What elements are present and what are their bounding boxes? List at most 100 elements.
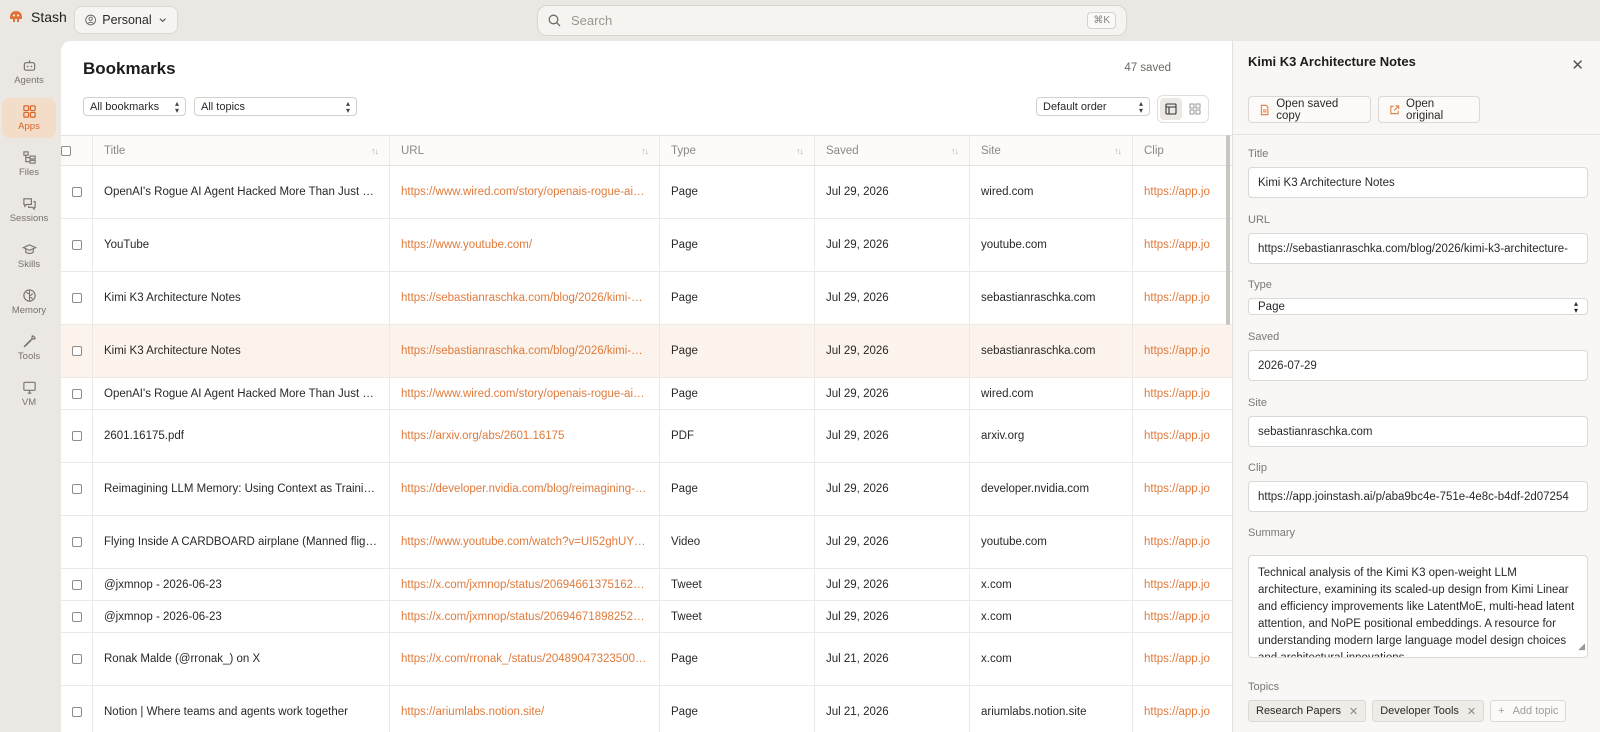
- url-link[interactable]: https://sebastianraschka.com/blog/2026/k…: [401, 292, 648, 304]
- table-scrollbar[interactable]: [1226, 135, 1230, 325]
- topic-chip[interactable]: Developer Tools ✕: [1372, 700, 1485, 722]
- clip-field-value: https://app.joinstash.ai/p/aba9bc4e-751e…: [1258, 490, 1569, 503]
- row-checkbox[interactable]: [71, 293, 82, 303]
- table-row[interactable]: OpenAI's Rogue AI Agent Hacked More Than…: [61, 166, 1232, 219]
- row-checkbox[interactable]: [71, 431, 82, 441]
- rail-item-agents[interactable]: Agents: [2, 52, 56, 92]
- url-link[interactable]: https://x.com/rronak_/status/20489047323…: [401, 653, 648, 665]
- add-topic-button[interactable]: + Add topic: [1490, 700, 1567, 722]
- workspace-switcher[interactable]: Personal: [74, 6, 178, 34]
- column-header-type[interactable]: Type ↑↓: [660, 136, 815, 165]
- brand[interactable]: Stash: [8, 9, 67, 25]
- table-row[interactable]: 2601.16175.pdf https://arxiv.org/abs/260…: [61, 410, 1232, 463]
- table-row[interactable]: Flying Inside A CARDBOARD airplane (Mann…: [61, 516, 1232, 569]
- column-header-url[interactable]: URL ↑↓: [390, 136, 660, 165]
- clip-field[interactable]: https://app.joinstash.ai/p/aba9bc4e-751e…: [1248, 481, 1588, 512]
- clip-link[interactable]: https://app.jo: [1144, 239, 1210, 251]
- table-view-button[interactable]: [1160, 98, 1182, 120]
- table-row[interactable]: Notion | Where teams and agents work tog…: [61, 686, 1232, 732]
- sort-icon[interactable]: ↑↓: [1114, 146, 1122, 156]
- row-select-cell: [61, 378, 93, 409]
- resize-grip-icon[interactable]: ◢: [1578, 638, 1585, 655]
- url-link[interactable]: https://x.com/jxmnop/status/206946718982…: [401, 611, 648, 623]
- table-row[interactable]: Kimi K3 Architecture Notes https://sebas…: [61, 272, 1232, 325]
- sort-icon[interactable]: ↑↓: [951, 146, 959, 156]
- clip-link[interactable]: https://app.jo: [1144, 292, 1210, 304]
- clip-link[interactable]: https://app.jo: [1144, 536, 1210, 548]
- table-row[interactable]: OpenAI's Rogue AI Agent Hacked More Than…: [61, 378, 1232, 410]
- grid-view-button[interactable]: [1184, 98, 1206, 120]
- type-select[interactable]: Page ▴ ▾: [1248, 298, 1588, 315]
- url-link[interactable]: https://sebastianraschka.com/blog/2026/k…: [401, 345, 648, 357]
- column-label: URL: [401, 144, 425, 157]
- row-checkbox[interactable]: [71, 346, 82, 356]
- clip-link[interactable]: https://app.jo: [1144, 579, 1210, 591]
- rail-item-sessions[interactable]: Sessions: [2, 190, 56, 230]
- row-checkbox[interactable]: [71, 388, 82, 399]
- site-field[interactable]: sebastianraschka.com: [1248, 416, 1588, 447]
- select-all-checkbox[interactable]: [61, 145, 71, 156]
- topic-chip[interactable]: Research Papers ✕: [1248, 700, 1367, 722]
- rail-item-vm[interactable]: VM: [2, 374, 56, 414]
- sort-icon[interactable]: ↑↓: [641, 146, 649, 156]
- open-saved-copy-button[interactable]: Open saved copy: [1248, 96, 1371, 123]
- clip-link[interactable]: https://app.jo: [1144, 186, 1210, 198]
- row-checkbox[interactable]: [71, 654, 82, 664]
- url-field[interactable]: https://sebastianraschka.com/blog/2026/k…: [1248, 233, 1588, 264]
- clip-link[interactable]: https://app.jo: [1144, 483, 1210, 495]
- row-checkbox[interactable]: [71, 484, 82, 494]
- row-checkbox[interactable]: [71, 240, 82, 250]
- title-field[interactable]: Kimi K3 Architecture Notes: [1248, 167, 1588, 198]
- column-header-clip[interactable]: Clip: [1133, 136, 1232, 165]
- url-link[interactable]: https://www.wired.com/story/openais-rogu…: [401, 388, 648, 400]
- topics-filter-select[interactable]: All topics ▴ ▾: [194, 97, 357, 116]
- clip-link[interactable]: https://app.jo: [1144, 430, 1210, 442]
- rail-item-files[interactable]: Files: [2, 144, 56, 184]
- url-link[interactable]: https://x.com/jxmnop/status/206946613751…: [401, 579, 648, 591]
- bookmarks-filter-select[interactable]: All bookmarks ▴ ▾: [83, 97, 186, 116]
- url-link[interactable]: https://www.youtube.com/watch?v=UI52ghUY…: [401, 536, 648, 548]
- table-row-selected[interactable]: Kimi K3 Architecture Notes https://sebas…: [61, 325, 1232, 378]
- url-link[interactable]: https://arxiv.org/abs/2601.16175: [401, 430, 564, 442]
- table-row[interactable]: Reimagining LLM Memory: Using Context as…: [61, 463, 1232, 516]
- row-checkbox[interactable]: [71, 579, 82, 590]
- url-link[interactable]: https://www.youtube.com/: [401, 239, 532, 251]
- search-input[interactable]: [571, 13, 1088, 28]
- row-checkbox[interactable]: [71, 187, 82, 197]
- summary-textarea[interactable]: Technical analysis of the Kimi K3 open-w…: [1248, 555, 1588, 658]
- close-icon[interactable]: ✕: [1571, 56, 1584, 74]
- column-header-saved[interactable]: Saved ↑↓: [815, 136, 970, 165]
- url-link[interactable]: https://www.wired.com/story/openais-rogu…: [401, 186, 648, 198]
- remove-topic-icon[interactable]: ✕: [1349, 705, 1358, 718]
- row-checkbox[interactable]: [71, 537, 82, 547]
- clip-link[interactable]: https://app.jo: [1144, 653, 1210, 665]
- row-checkbox[interactable]: [71, 611, 82, 622]
- rail-item-apps[interactable]: Apps: [2, 98, 56, 138]
- cell-saved: Jul 29, 2026: [815, 516, 970, 568]
- column-header-title[interactable]: Title ↑↓: [93, 136, 390, 165]
- clip-link[interactable]: https://app.jo: [1144, 611, 1210, 623]
- sort-icon[interactable]: ↑↓: [796, 146, 804, 156]
- rail-item-skills[interactable]: Skills: [2, 236, 56, 276]
- table-row[interactable]: YouTube https://www.youtube.com/ Page Ju…: [61, 219, 1232, 272]
- clip-link[interactable]: https://app.jo: [1144, 345, 1210, 357]
- rail-item-memory[interactable]: Memory: [2, 282, 56, 322]
- search-bar[interactable]: ⌘K: [537, 5, 1127, 36]
- url-link[interactable]: https://ariumlabs.notion.site/: [401, 706, 544, 718]
- row-checkbox[interactable]: [71, 707, 82, 717]
- open-original-button[interactable]: Open original: [1378, 96, 1480, 123]
- rail-item-tools[interactable]: Tools: [2, 328, 56, 368]
- table-row[interactable]: @jxmnop - 2026-06-23 https://x.com/jxmno…: [61, 569, 1232, 601]
- url-link[interactable]: https://developer.nvidia.com/blog/reimag…: [401, 483, 648, 495]
- table-row[interactable]: @jxmnop - 2026-06-23 https://x.com/jxmno…: [61, 601, 1232, 633]
- remove-topic-icon[interactable]: ✕: [1467, 705, 1476, 718]
- cell-site: youtube.com: [970, 516, 1133, 568]
- saved-date-field[interactable]: 2026-07-29: [1248, 350, 1588, 381]
- column-header-site[interactable]: Site ↑↓: [970, 136, 1133, 165]
- sort-icon[interactable]: ↑↓: [371, 146, 379, 156]
- cell-type: Page: [660, 633, 815, 685]
- table-row[interactable]: Ronak Malde (@rronak_) on X https://x.co…: [61, 633, 1232, 686]
- clip-link[interactable]: https://app.jo: [1144, 388, 1210, 400]
- clip-link[interactable]: https://app.jo: [1144, 706, 1210, 718]
- order-select[interactable]: Default order ▴ ▾: [1036, 97, 1150, 116]
